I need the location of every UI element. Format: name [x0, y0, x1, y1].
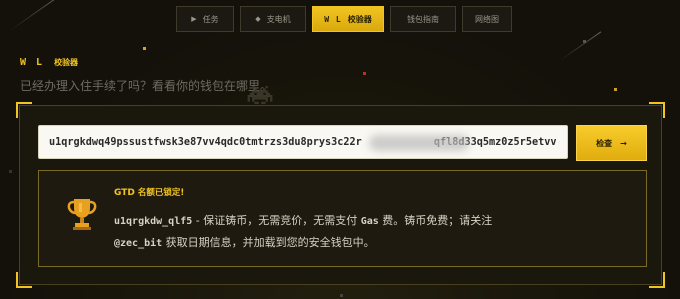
diamond-icon: ◆: [255, 15, 261, 23]
validator-panel: u1qrgkdwq49pssustfwsk3e87vv4qdc0tmtrzs3d…: [16, 102, 665, 288]
wl-logo-icon: W L: [324, 14, 342, 24]
panel-corner: [16, 102, 32, 118]
top-nav: ▶ 任务 ◆ 支电机 W L 校验器 钱包指南 网络图: [176, 6, 512, 32]
notice-text: 获取日期信息，并加载到您的安全钱包中。: [162, 236, 375, 249]
page-title: 校验器: [54, 58, 79, 67]
notice-message: u1qrgkdw_qlf5 - 保证铸币，无需竞价，无需支付 Gas 费。铸币免…: [114, 210, 624, 254]
panel-corner: [649, 102, 665, 118]
tab-power[interactable]: ◆ 支电机: [240, 6, 306, 32]
check-button-label: 检查: [596, 138, 613, 148]
trophy-icon: [67, 199, 97, 230]
redacted-blur: [369, 135, 469, 151]
tab-wallet-guide[interactable]: 钱包指南: [390, 6, 456, 32]
tab-label: 网络图: [475, 14, 499, 24]
play-icon: ▶: [191, 15, 197, 23]
panel-corner: [16, 272, 32, 288]
tab-label: 钱包指南: [407, 14, 439, 24]
wallet-address-input[interactable]: u1qrgkdwq49pssustfwsk3e87vv4qdc0tmtrzs3d…: [38, 125, 568, 159]
twitter-handle-link[interactable]: @zec_bit: [114, 238, 162, 249]
tab-label: 支电机: [266, 14, 291, 24]
notice-text: - 保证铸币，无需竞价，无需支付: [192, 214, 361, 227]
panel-corner: [649, 272, 665, 288]
tab-label: 任务: [202, 14, 219, 24]
page-header: W L 校验器: [20, 57, 78, 68]
decor-pixel: [614, 88, 617, 91]
decor-pixel: [9, 170, 12, 173]
tab-network[interactable]: 网络图: [462, 6, 512, 32]
check-button[interactable]: 检查 →: [576, 125, 647, 161]
notice-text: 费。铸币免费；请关注: [378, 214, 493, 227]
page-subtitle: 已经办理入住手续了吗？看看你的钱包在哪里。: [20, 79, 273, 93]
pixel-invader-icon: [247, 86, 273, 104]
decor-pixel: [340, 294, 343, 297]
address-visible-start: u1qrgkdwq49pssustfwsk3e87vv4qdc0tmtrzs3d…: [49, 136, 362, 148]
tab-validator[interactable]: W L 校验器: [312, 6, 384, 32]
notice-title: GTD 名额已锁定!: [114, 186, 184, 198]
tab-tasks[interactable]: ▶ 任务: [176, 6, 234, 32]
result-notice: GTD 名额已锁定! u1qrgkdw_qlf5 - 保证铸币，无需竞价，无需支…: [38, 170, 647, 267]
wallet-handle: u1qrgkdw_qlf5: [114, 216, 193, 227]
arrow-right-icon: →: [620, 138, 627, 148]
gtd-badge: GTD: [114, 188, 135, 198]
decor-pixel: [583, 40, 586, 43]
decor-pixel: [363, 72, 366, 75]
tab-label: 校验器: [347, 14, 372, 24]
notice-title-text: 名额已锁定!: [137, 188, 185, 198]
wl-logo: W L: [20, 57, 45, 68]
gas-label: Gas: [360, 216, 379, 227]
decor-pixel: [143, 47, 146, 50]
